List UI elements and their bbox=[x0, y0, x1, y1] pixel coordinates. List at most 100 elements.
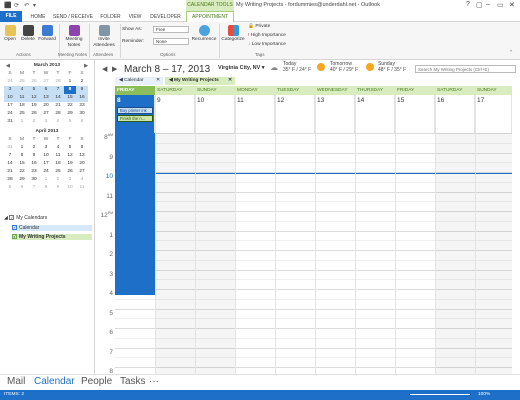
mini-day[interactable]: 14 bbox=[52, 94, 64, 102]
mini-day[interactable]: 6 bbox=[76, 118, 88, 126]
mini-day[interactable]: 22 bbox=[16, 168, 28, 176]
tab-appointment[interactable]: APPOINTMENT bbox=[186, 11, 234, 22]
mini-day[interactable]: 9 bbox=[28, 152, 40, 160]
all-day-cell[interactable]: 9 bbox=[155, 95, 195, 133]
mini-day[interactable]: 26 bbox=[28, 110, 40, 118]
tab-developer[interactable]: DEVELOPER bbox=[148, 12, 183, 22]
mini-day[interactable]: 24 bbox=[4, 78, 16, 86]
mini-day[interactable]: 17 bbox=[40, 160, 52, 168]
mini-day[interactable]: 13 bbox=[76, 152, 88, 160]
mini-day[interactable]: 1 bbox=[40, 176, 52, 184]
day-header[interactable]: SATURDAY bbox=[435, 86, 475, 95]
day-header[interactable]: MONDAY bbox=[235, 86, 275, 95]
nav-tasks[interactable]: Tasks bbox=[120, 376, 146, 387]
mini-day[interactable]: 2 bbox=[52, 176, 64, 184]
mini-day[interactable]: 8 bbox=[40, 184, 52, 192]
tab-file[interactable]: FILE bbox=[0, 11, 22, 22]
mini-day[interactable]: 10 bbox=[64, 184, 76, 192]
mini-day[interactable]: 4 bbox=[76, 176, 88, 184]
mini-day[interactable]: 10 bbox=[40, 152, 52, 160]
selected-day-column[interactable] bbox=[115, 133, 155, 295]
mini-day[interactable]: 21 bbox=[4, 168, 16, 176]
checkbox[interactable]: ✓ bbox=[12, 234, 17, 240]
mini-day[interactable]: 27 bbox=[40, 110, 52, 118]
folder-my-writing-projects[interactable]: ✓ My Writing Projects bbox=[12, 234, 92, 240]
mini-day[interactable]: 28 bbox=[4, 176, 16, 184]
ribbon-display-icon[interactable]: ▢ bbox=[476, 1, 483, 9]
mini-day[interactable]: 28 bbox=[52, 78, 64, 86]
zoom-slider[interactable] bbox=[410, 394, 470, 395]
mini-day[interactable]: 19 bbox=[28, 102, 40, 110]
high-importance-button[interactable]: ! High Importance bbox=[248, 33, 286, 38]
mini-day[interactable]: 21 bbox=[52, 102, 64, 110]
mini-day[interactable]: 8 bbox=[16, 152, 28, 160]
mini-day[interactable]: 11 bbox=[52, 152, 64, 160]
mini-day[interactable]: 13 bbox=[40, 94, 52, 102]
all-day-cell[interactable]: 16 bbox=[435, 95, 475, 133]
mini-day[interactable]: 15 bbox=[64, 94, 76, 102]
tab-send-receive[interactable]: SEND / RECEIVE bbox=[52, 12, 94, 22]
mini-day[interactable]: 16 bbox=[76, 94, 88, 102]
day-header[interactable]: WEDNESDAY bbox=[315, 86, 355, 95]
prev-month-icon[interactable]: ◀ bbox=[6, 62, 10, 70]
mini-day[interactable]: 9 bbox=[52, 184, 64, 192]
mini-day[interactable]: 6 bbox=[76, 144, 88, 152]
folder-calendar[interactable]: ✓ Calendar bbox=[12, 225, 92, 231]
checkbox[interactable]: ✓ bbox=[9, 215, 15, 221]
mini-day[interactable]: 28 bbox=[52, 110, 64, 118]
open-button[interactable]: Open bbox=[2, 25, 18, 43]
mini-day[interactable]: 19 bbox=[64, 160, 76, 168]
mini-day[interactable]: 7 bbox=[28, 184, 40, 192]
undo-icon[interactable]: ↶ bbox=[24, 2, 29, 9]
close-tab-icon[interactable]: ✕ bbox=[156, 77, 160, 85]
nav-mail[interactable]: Mail bbox=[7, 376, 25, 387]
mini-day[interactable]: 1 bbox=[16, 118, 28, 126]
all-day-cell[interactable]: 10 bbox=[195, 95, 235, 133]
mini-day[interactable]: 30 bbox=[76, 110, 88, 118]
event-item[interactable]: Buy printer ink bbox=[117, 107, 153, 114]
tab-my-writing-projects[interactable]: ◀ My Writing Projects ✕ bbox=[165, 77, 235, 85]
next-month-icon[interactable]: ▶ bbox=[84, 62, 88, 70]
mini-day[interactable]: 29 bbox=[16, 176, 28, 184]
mini-day[interactable]: 30 bbox=[28, 176, 40, 184]
location-selector[interactable]: Virginia City, NV ▾ bbox=[218, 65, 265, 71]
mini-day[interactable]: 23 bbox=[28, 168, 40, 176]
mini-day[interactable]: 2 bbox=[76, 78, 88, 86]
checkbox[interactable]: ✓ bbox=[12, 225, 17, 231]
mini-day[interactable]: 2 bbox=[28, 118, 40, 126]
all-day-cell[interactable]: 14 bbox=[355, 95, 395, 133]
mini-day[interactable]: 5 bbox=[64, 144, 76, 152]
all-day-cell[interactable]: 8 bbox=[115, 95, 155, 133]
categorize-button[interactable]: Categorize bbox=[221, 25, 245, 43]
my-calendars-group[interactable]: ◢ ✓ My Calendars bbox=[4, 215, 47, 221]
mini-day[interactable]: 16 bbox=[28, 160, 40, 168]
mini-day[interactable]: 1 bbox=[64, 78, 76, 86]
meeting-notes-button[interactable]: Meeting Notes bbox=[61, 25, 87, 48]
send-receive-icon[interactable]: ⟳ bbox=[14, 2, 19, 9]
mini-day[interactable]: 31 bbox=[4, 118, 16, 126]
mini-day[interactable]: 15 bbox=[16, 160, 28, 168]
mini-day[interactable]: 4 bbox=[52, 118, 64, 126]
recurrence-button[interactable]: Recurrence bbox=[191, 25, 217, 43]
mini-day[interactable]: 31 bbox=[4, 144, 16, 152]
mini-day[interactable]: 6 bbox=[40, 86, 52, 94]
maximize-icon[interactable]: ▭ bbox=[497, 1, 504, 9]
day-header[interactable]: SUNDAY bbox=[195, 86, 235, 95]
day-header[interactable]: FRIDAY bbox=[115, 86, 155, 95]
mini-day[interactable]: 7 bbox=[4, 152, 16, 160]
next-period-icon[interactable]: ▶ bbox=[112, 65, 117, 73]
tab-view[interactable]: VIEW bbox=[126, 12, 144, 22]
mini-day[interactable]: 18 bbox=[52, 160, 64, 168]
mini-day[interactable]: 6 bbox=[16, 184, 28, 192]
forward-button[interactable]: Forward bbox=[37, 25, 57, 43]
mini-day[interactable]: 12 bbox=[64, 152, 76, 160]
nav-calendar[interactable]: Calendar bbox=[34, 376, 75, 387]
mini-day[interactable]: 2 bbox=[28, 144, 40, 152]
mini-day[interactable]: 17 bbox=[4, 102, 16, 110]
collapse-ribbon-icon[interactable]: ^ bbox=[510, 50, 512, 55]
mini-day[interactable]: 23 bbox=[76, 102, 88, 110]
mini-day[interactable]: 24 bbox=[4, 110, 16, 118]
mini-day[interactable]: 8 bbox=[64, 86, 76, 94]
mini-day[interactable]: 26 bbox=[28, 78, 40, 86]
day-header[interactable]: FRIDAY bbox=[395, 86, 435, 95]
